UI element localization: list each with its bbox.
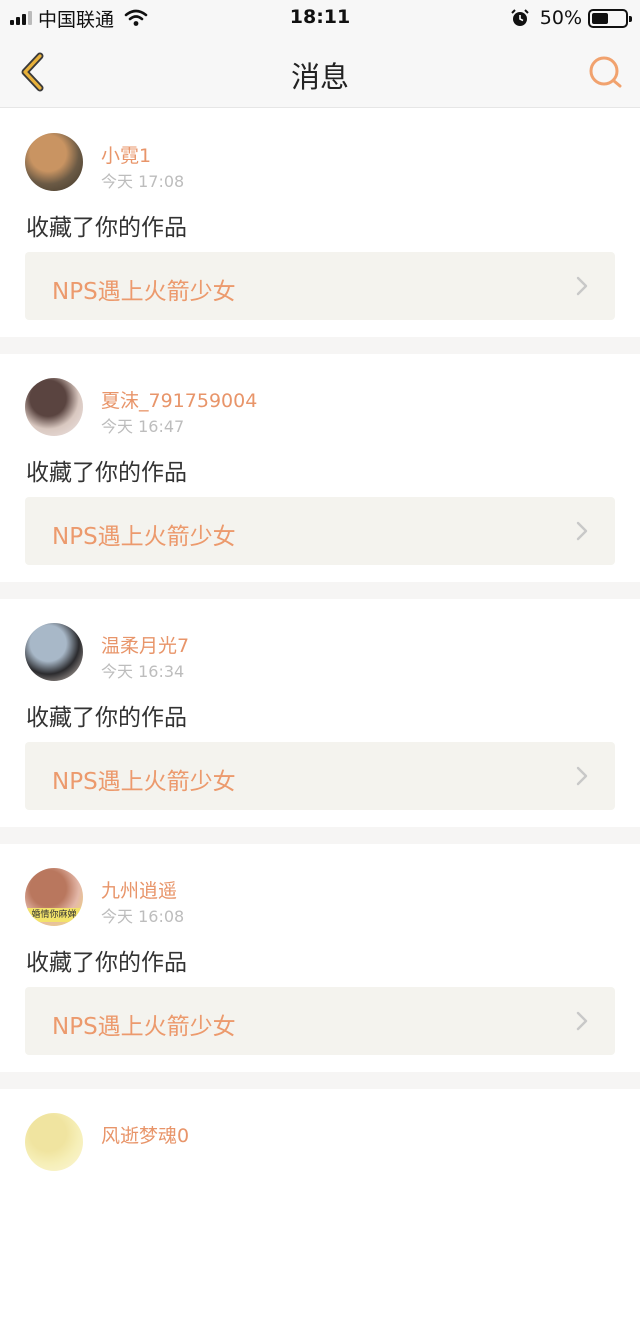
avatar[interactable]: 婚情你麻婵 <box>25 868 83 926</box>
avatar-caption: 婚情你麻婵 <box>25 908 83 922</box>
status-bar: 中国联通 18:11 50% <box>0 0 640 36</box>
page-title: 消息 <box>290 60 349 94</box>
work-link[interactable]: NPS遇上火箭少女 <box>25 497 615 565</box>
work-title: NPS遇上火箭少女 <box>52 279 236 305</box>
action-text: 收藏了你的作品 <box>26 460 187 486</box>
action-text: 收藏了你的作品 <box>26 950 187 976</box>
timestamp: 今天 16:47 <box>101 417 185 436</box>
timestamp: 今天 16:08 <box>101 907 185 926</box>
work-link[interactable]: NPS遇上火箭少女 <box>25 987 615 1055</box>
avatar[interactable] <box>25 623 83 681</box>
nav-bar: 消息 <box>0 36 640 108</box>
card-divider <box>0 1072 640 1089</box>
chevron-right-icon <box>576 521 588 541</box>
chevron-right-icon <box>576 766 588 786</box>
work-link[interactable]: NPS遇上火箭少女 <box>25 252 615 320</box>
card-divider <box>0 582 640 599</box>
avatar[interactable] <box>25 133 83 191</box>
action-text: 收藏了你的作品 <box>26 215 187 241</box>
message-card[interactable]: 风逝梦魂0 <box>0 1089 640 1317</box>
card-divider <box>0 337 640 354</box>
username[interactable]: 温柔月光7 <box>101 631 189 658</box>
timestamp: 今天 16:34 <box>101 662 185 681</box>
work-link[interactable]: NPS遇上火箭少女 <box>25 742 615 810</box>
search-button[interactable] <box>586 52 626 92</box>
avatar[interactable] <box>25 378 83 436</box>
username[interactable]: 小霓1 <box>101 141 151 168</box>
work-title: NPS遇上火箭少女 <box>52 1014 236 1040</box>
battery-percent: 50% <box>539 7 582 29</box>
username[interactable]: 夏沫_791759004 <box>101 386 257 413</box>
message-card[interactable]: 温柔月光7 今天 16:34 收藏了你的作品 NPS遇上火箭少女 <box>0 599 640 827</box>
username[interactable]: 九州逍遥 <box>101 876 177 903</box>
work-title: NPS遇上火箭少女 <box>52 769 236 795</box>
username[interactable]: 风逝梦魂0 <box>101 1121 189 1148</box>
message-card[interactable]: 夏沫_791759004 今天 16:47 收藏了你的作品 NPS遇上火箭少女 <box>0 354 640 582</box>
chevron-right-icon <box>576 1011 588 1031</box>
status-right: 50% <box>510 6 632 30</box>
action-text: 收藏了你的作品 <box>26 705 187 731</box>
work-title: NPS遇上火箭少女 <box>52 524 236 550</box>
card-divider <box>0 827 640 844</box>
battery-icon <box>588 8 632 28</box>
chevron-right-icon <box>576 276 588 296</box>
avatar[interactable] <box>25 1113 83 1171</box>
message-card[interactable]: 小霓1 今天 17:08 收藏了你的作品 NPS遇上火箭少女 <box>0 109 640 337</box>
timestamp: 今天 17:08 <box>101 172 185 191</box>
alarm-clock-icon <box>511 9 529 26</box>
message-card[interactable]: 婚情你麻婵 九州逍遥 今天 16:08 收藏了你的作品 NPS遇上火箭少女 <box>0 844 640 1072</box>
search-icon <box>589 56 622 88</box>
